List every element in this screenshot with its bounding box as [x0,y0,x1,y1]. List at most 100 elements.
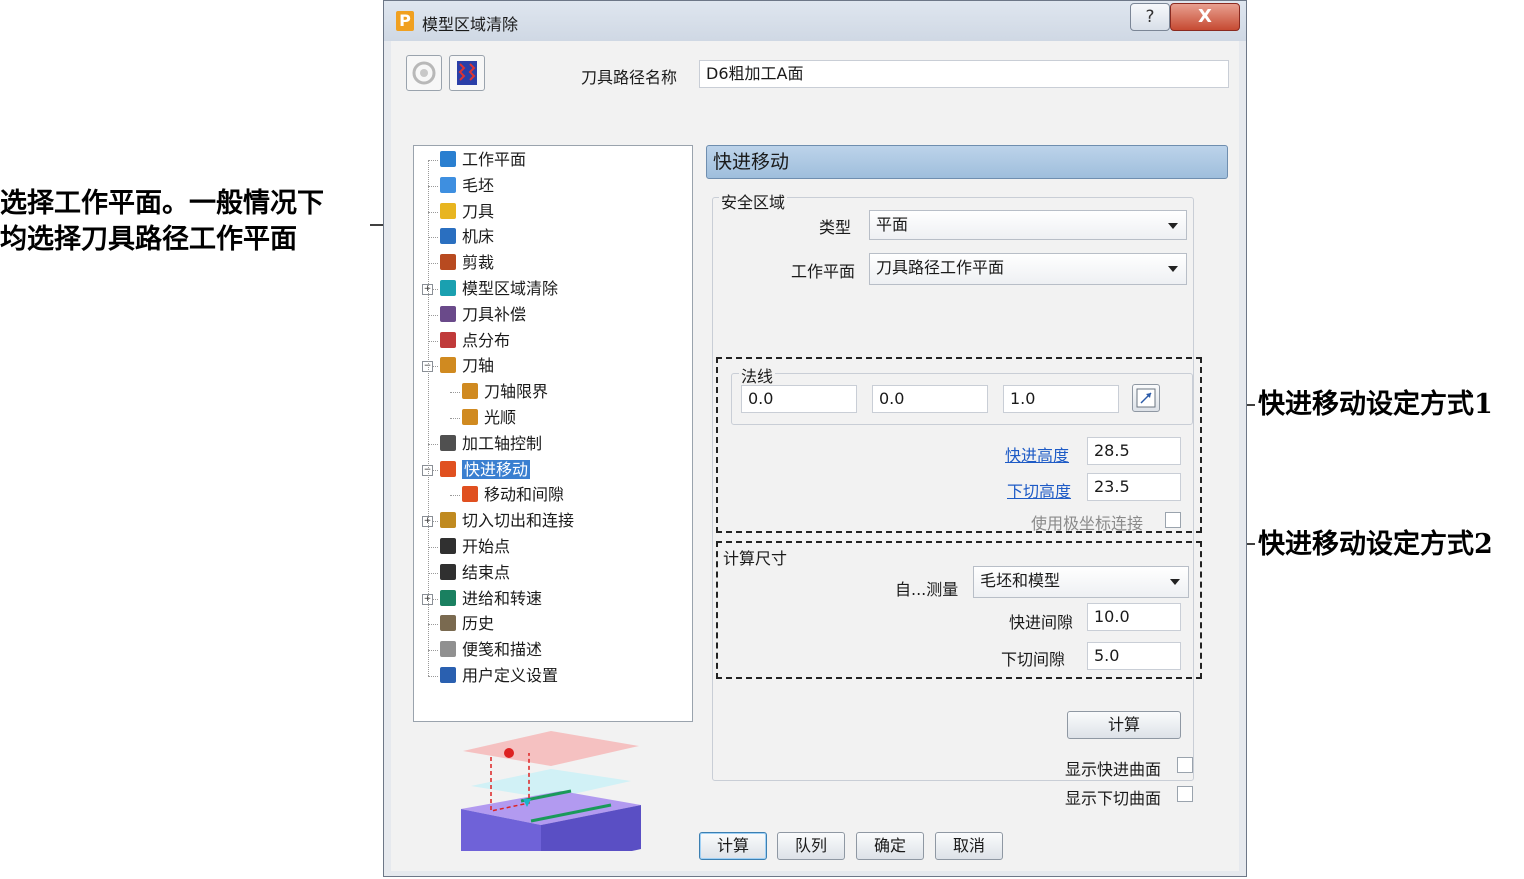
tree-item[interactable]: 毛坯 [440,174,494,198]
tree-item[interactable]: 剪裁 [440,251,494,275]
tool-icon [440,202,456,219]
annotation-method-2: 快进移动设定方式2 [1258,529,1493,560]
tree-connector [428,572,438,574]
tree-item[interactable]: 机床 [440,225,494,249]
help-button[interactable]: ? [1130,3,1170,31]
plunge-gap-label: 下切间隙 [1001,650,1066,669]
rapid-gap-input[interactable]: 10.0 [1087,603,1181,631]
area-clear-icon [440,280,456,296]
window-title: 模型区域清除 [422,15,519,34]
tree-item-label: 刀轴 [462,356,495,376]
ok-button[interactable]: 确定 [856,832,924,860]
tree-item-label: 点分布 [462,330,511,350]
tree-item-label: 模型区域清除 [462,279,559,298]
tree-item[interactable]: 刀具 [440,200,494,224]
end-point-icon [440,563,456,580]
tree-item-label: 快进移动 [462,459,531,479]
calculate-button[interactable]: 计算 [699,832,767,860]
tree-item-label: 刀具 [462,201,495,221]
tree-item[interactable]: 刀轴 [440,354,494,378]
show-plunge-surface-checkbox[interactable] [1177,786,1193,802]
tree-item[interactable]: 历史 [440,612,494,636]
toolpath-edit-icon [457,61,477,85]
tree-item[interactable]: 开始点 [440,535,510,559]
edit-toolpath-button[interactable] [449,55,485,91]
workplane-icon [440,151,456,167]
tree-item[interactable]: 光顺 [462,406,516,430]
tree-item[interactable]: 移动和间隙 [462,483,564,507]
cancel-button[interactable]: 取消 [935,832,1003,860]
tree-item[interactable]: 切入切出和连接 [440,509,574,533]
tree-item-label: 工作平面 [462,150,527,169]
tree-item[interactable]: 结束点 [440,561,510,585]
chevron-down-icon [1168,266,1178,272]
dialog-client: 刀具路径名称 D6粗加工A面 工作平面 毛坯 刀具 机床 剪裁 模型区域清除 + 刀具补偿 点分… [391,41,1239,871]
workplane-label: 工作平面 [791,262,856,281]
measure-from-select[interactable]: 毛坯和模型 [973,566,1189,598]
moves-gaps-icon [462,486,478,503]
tool-axis-limit-icon [462,383,478,400]
close-button[interactable]: X [1170,3,1240,31]
tree-connector [428,160,438,161]
tree-item[interactable]: 刀轴限界 [462,380,548,404]
annotation-method-1: 快进移动设定方式1 [1258,389,1493,420]
show-plunge-surface-label: 显示下切曲面 [1065,789,1162,808]
safe-area-title: 安全区域 [719,189,788,213]
toolpath-name-input[interactable]: D6粗加工A面 [699,60,1229,88]
tree-item-label: 剪裁 [462,253,495,273]
polar-links-label: 使用极坐标连接 [1031,514,1144,533]
start-point-icon [440,538,456,554]
tree-item-label: 开始点 [462,537,511,556]
show-rapid-surface-label: 显示快进曲面 [1065,760,1162,779]
tree-connector [428,547,438,548]
tree-item[interactable]: 便笺和描述 [440,638,542,662]
normal-x-input[interactable]: 0.0 [741,385,857,413]
machine-icon [440,228,456,245]
tree-connector [428,185,438,187]
tool-axis-icon [440,357,456,374]
calculate-dimensions-button[interactable]: 计算 [1067,711,1181,739]
workplane-select[interactable]: 刀具路径工作平面 [869,253,1187,285]
tree-connector [428,340,438,342]
tree-connector [428,650,438,652]
user-settings-icon [440,667,456,683]
normal-z-input[interactable]: 1.0 [1003,385,1119,413]
tree-connector [450,418,460,419]
title-bar[interactable]: P 模型区域清除 ? X [384,1,1246,41]
rapid-height-input[interactable]: 28.5 [1087,437,1181,465]
tree-item[interactable]: 刀具补偿 [440,303,526,327]
panel-title: 快进移动 [706,145,1228,179]
plunge-gap-input[interactable]: 5.0 [1087,642,1181,670]
tree-item-label: 移动和间隙 [484,485,565,505]
dialog-window: P 模型区域清除 ? X 刀具路径名称 D6粗加工A面 工作平面 毛坯 刀具 机床 剪裁… [383,0,1247,877]
rapid-height-link[interactable]: 快进高度 [1005,442,1069,466]
plunge-height-link[interactable]: 下切高度 [1007,478,1071,502]
tree-connector [428,624,438,626]
tree-connector [428,314,438,316]
normal-title: 法线 [739,363,776,387]
recycle-toolpath-button[interactable] [406,55,442,91]
tree-connector [428,676,438,677]
queue-button[interactable]: 队列 [777,832,845,860]
tree-item[interactable]: 用户定义设置 [440,664,558,688]
tree-item[interactable]: 点分布 [440,329,510,353]
polar-links-checkbox[interactable] [1165,512,1181,528]
show-rapid-surface-checkbox[interactable] [1177,757,1193,773]
workplane-select-value: 刀具路径工作平面 [876,258,1005,277]
strategy-tree[interactable]: 工作平面 毛坯 刀具 机床 剪裁 模型区域清除 + 刀具补偿 点分布 刀轴 − 刀轴限界 光顺 加工轴控制… [413,145,693,722]
tree-item[interactable]: 加工轴控制 [440,432,542,456]
tree-item[interactable]: 工作平面 [440,148,526,172]
tree-item[interactable]: 模型区域清除 [440,277,558,301]
plunge-height-input[interactable]: 23.5 [1087,473,1181,501]
tree-item[interactable]: 快进移动 [440,458,531,482]
normal-y-input[interactable]: 0.0 [872,385,988,413]
type-select[interactable]: 平面 [869,210,1187,240]
tree-item[interactable]: 进给和转速 [440,587,542,611]
tree-item-label: 毛坯 [462,175,495,195]
tree-connector [428,263,438,265]
toolpath-name-label: 刀具路径名称 [581,68,678,87]
tree-connector [428,237,438,239]
measure-from-label: 自...测量 [895,580,959,599]
limit-icon [440,254,456,271]
pick-normal-button[interactable] [1132,384,1160,412]
